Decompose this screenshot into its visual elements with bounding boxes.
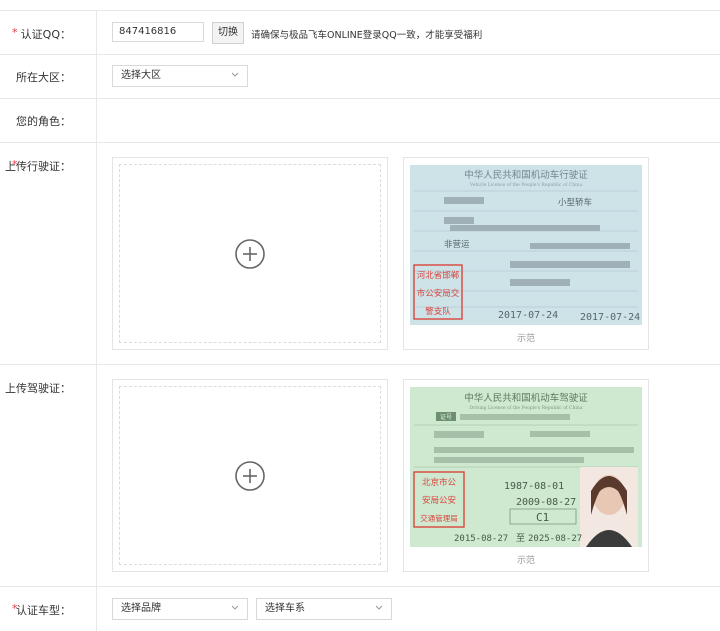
required-mark: *	[12, 26, 18, 39]
chevron-down-icon	[375, 605, 383, 610]
row-driving-license: 上传驾驶证： 中华人民共和国机动车驾驶证 Driving License of …	[0, 365, 720, 587]
dl-stamp-2: 安局公安	[422, 495, 456, 506]
vehicle-license-sample-caption: 示范	[516, 334, 535, 344]
label-cell: * 认证车型：	[0, 587, 97, 631]
dl-birth-date: 1987-08-01	[504, 481, 564, 492]
driving-license-upload[interactable]	[112, 379, 388, 572]
vl-title: 中华人民共和国机动车行驶证	[464, 169, 588, 181]
series-select-value: 选择车系	[265, 603, 305, 614]
dl-valid-from: 2015-08-27	[454, 534, 508, 544]
driving-license-label: 上传驾驶证：	[5, 382, 71, 395]
dl-valid-to-word: 至	[516, 533, 525, 544]
chevron-down-icon	[231, 72, 239, 77]
driving-license-sample-image: 中华人民共和国机动车驾驶证 Driving License of the Peo…	[410, 387, 642, 547]
label-cell: 上传驾驶证：	[0, 365, 97, 586]
brand-select-value: 选择品牌	[121, 603, 161, 614]
chevron-down-icon	[231, 605, 239, 610]
qq-tip: 请确保与极品飞车ONLINE登录QQ一致，才能享受福利	[251, 30, 483, 41]
driving-license-sample-caption: 示范	[516, 556, 535, 566]
row-car-model: * 认证车型： 选择品牌 选择车系	[0, 587, 720, 631]
certification-form: * 认证QQ： 847416816 切换 请确保与极品飞车ONLINE登录QQ一…	[0, 0, 720, 631]
vl-register-date: 2017-07-24	[498, 310, 558, 321]
dl-first-issue: 2009-08-27	[516, 497, 576, 508]
region-select-value: 选择大区	[121, 70, 161, 81]
row-region: 所在大区： 选择大区	[0, 55, 720, 99]
label-cell: 所在大区：	[0, 55, 97, 98]
vehicle-license-sample-image: 中华人民共和国机动车行驶证 Vehicle License of the Peo…	[410, 165, 642, 325]
qq-input[interactable]: 847416816	[112, 22, 204, 42]
vehicle-license-sample: 中华人民共和国机动车行驶证 Vehicle License of the Peo…	[403, 157, 649, 350]
dl-title: 中华人民共和国机动车驾驶证	[464, 392, 588, 404]
car-model-label: 认证车型：	[16, 604, 71, 617]
switch-qq-button[interactable]: 切换	[212, 22, 244, 44]
dl-subtitle: Driving License of the People's Republic…	[470, 405, 583, 411]
qq-label: 认证QQ：	[20, 28, 71, 41]
dl-valid-to: 2025-08-27	[528, 534, 582, 544]
vehicle-license-label: 上传行驶证：	[5, 160, 71, 173]
vl-use-character: 非营运	[444, 239, 470, 250]
add-circle-icon	[235, 238, 265, 269]
row-vehicle-license: * 上传行驶证： 中华人民共和国机动车行驶证 Vehicle License o…	[0, 143, 720, 365]
row-role: 您的角色：	[0, 99, 720, 143]
dl-stamp-1: 北京市公	[422, 477, 457, 488]
dl-stamp-3: 交通管理局	[420, 513, 458, 523]
vl-vehicle-type: 小型轿车	[558, 197, 592, 208]
vl-stamp-3: 警支队	[425, 306, 451, 317]
role-label: 您的角色：	[16, 115, 71, 128]
dl-class: C1	[536, 511, 549, 524]
driving-license-sample: 中华人民共和国机动车驾驶证 Driving License of the Peo…	[403, 379, 649, 572]
brand-select[interactable]: 选择品牌	[112, 598, 248, 620]
region-select[interactable]: 选择大区	[112, 65, 248, 87]
add-circle-icon	[235, 460, 265, 491]
label-cell: * 上传行驶证：	[0, 143, 97, 364]
vehicle-license-upload[interactable]	[112, 157, 388, 350]
row-qq: * 认证QQ： 847416816 切换 请确保与极品飞车ONLINE登录QQ一…	[0, 10, 720, 55]
series-select[interactable]: 选择车系	[256, 598, 392, 620]
vl-stamp-2: 市公安局交	[417, 288, 460, 299]
dl-badge: 证号	[440, 414, 452, 421]
region-label: 所在大区：	[16, 71, 71, 84]
vl-issue-date: 2017-07-24	[580, 312, 640, 323]
vl-stamp-1: 河北省邯郸	[417, 270, 460, 281]
label-cell: 您的角色：	[0, 99, 97, 142]
vl-subtitle: Vehicle License of the People's Republic…	[469, 182, 583, 188]
label-cell: * 认证QQ：	[0, 11, 97, 54]
